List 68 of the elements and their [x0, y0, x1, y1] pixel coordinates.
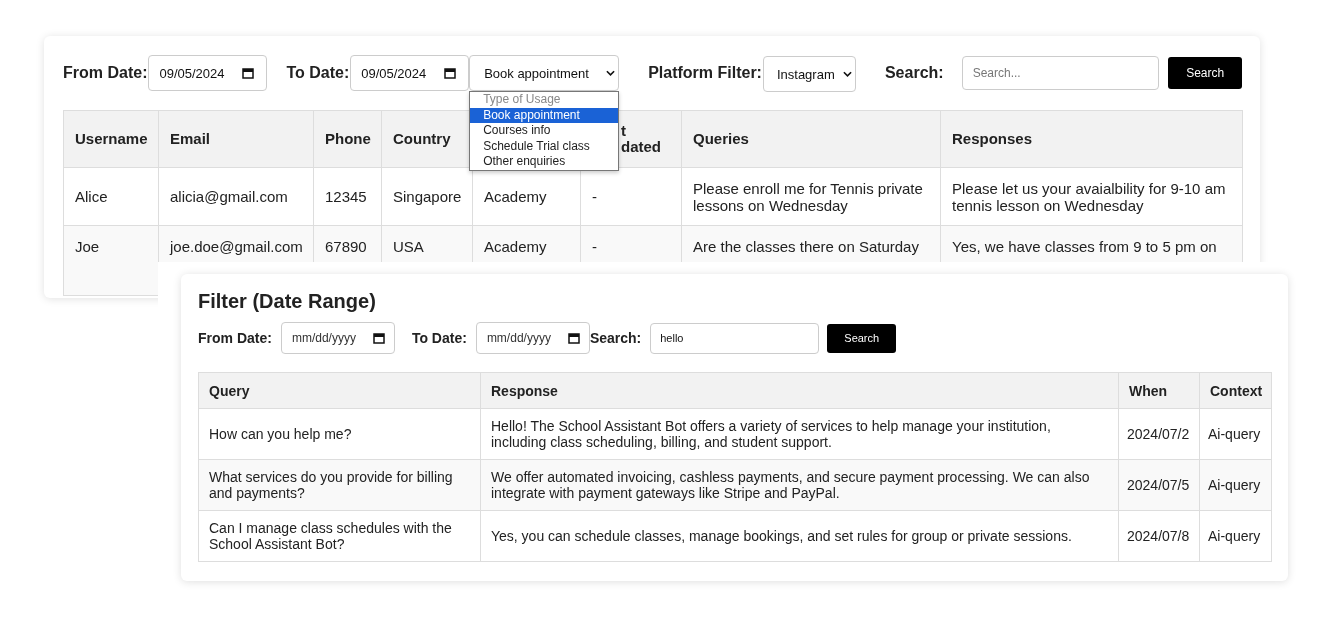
column-header: t dated	[621, 122, 661, 155]
dropdown-option[interactable]: Courses info	[470, 123, 619, 139]
to-date-field[interactable]: 09/05/2024	[350, 55, 470, 91]
table-cell: Are the classes there on Saturday	[693, 238, 919, 255]
calendar-icon	[242, 67, 255, 79]
to-date-field[interactable]: mm/dd/yyyy	[475, 322, 590, 354]
table-cell: Please let us your avaialbility for 9-10 am tennis lesson on Wednesday	[952, 179, 1226, 214]
column-header: Queries	[693, 130, 749, 147]
chevron-icon	[842, 71, 852, 77]
table-cell: Please enroll me for Tennis private lessons on Wednesday	[693, 179, 923, 214]
table-cell: What services do you provide for billing and payments?	[209, 469, 453, 501]
table-cell: -	[592, 238, 597, 255]
dropdown-option[interactable]: Type of Usage	[470, 92, 619, 108]
table-cell: joe.doe@gmail.com	[170, 238, 303, 255]
table-cell: Ai-query	[1208, 528, 1261, 544]
table-cell: 2024/07/5	[1127, 477, 1190, 493]
from-date-label: From Date:	[63, 64, 148, 82]
usage-select[interactable]: Book appointment	[469, 55, 620, 91]
table-cell: Yes, you can schedule classes, manage bookings, and set rules for group or private sessions.	[491, 528, 1072, 544]
table-cell: Alice	[75, 188, 108, 205]
column-header: Context	[1210, 382, 1263, 399]
table-cell: Academy	[484, 238, 547, 255]
column-header: Username	[75, 130, 148, 147]
column-header: Email	[170, 130, 211, 147]
calendar-icon	[567, 332, 580, 344]
table-cell: Ai-query	[1208, 426, 1261, 442]
table-cell: Ai-query	[1208, 477, 1261, 493]
table-cell: Joe	[75, 238, 100, 255]
table-cell: USA	[393, 238, 424, 255]
search-button[interactable]: Search	[827, 323, 897, 353]
platform-filter-label: Platform Filter:	[648, 64, 762, 82]
search-label: Search:	[884, 64, 944, 82]
from-date-field[interactable]: 09/05/2024	[148, 55, 268, 91]
table-cell: 2024/07/2	[1127, 426, 1190, 442]
column-header: Phone	[325, 130, 371, 147]
table-cell: We offer automated invoicing, cashless payments, and secure payment processing. We can also integrate with payment gateways like Stripe and PayPal.	[491, 469, 1090, 501]
table-cell: 12345	[325, 188, 367, 205]
column-header: When	[1129, 382, 1168, 399]
table-cell: Singapore	[393, 188, 462, 205]
table-cell: Academy	[484, 188, 547, 205]
table-cell: -	[592, 188, 597, 205]
to-date-label: To Date:	[411, 330, 467, 346]
panel-title: Filter (Date Range)	[198, 290, 377, 313]
from-date-field[interactable]: mm/dd/yyyy	[280, 322, 395, 354]
chevron-icon	[606, 70, 616, 76]
table-cell: 2024/07/8	[1127, 528, 1190, 544]
search-label: Search:	[589, 330, 642, 346]
platform-select[interactable]: Instagram	[762, 56, 856, 92]
calendar-icon	[444, 67, 457, 79]
table-cell: Can I manage class schedules with the School Assistant Bot?	[209, 520, 452, 552]
table-cell: alicia@gmail.com	[170, 188, 288, 205]
search-button[interactable]: Search	[1168, 57, 1242, 89]
search-field[interactable]: Search...	[961, 56, 1160, 90]
column-header: Country	[393, 130, 451, 147]
table-cell: Hello! The School Assistant Bot offers a variety of services to help manage your institution, including class scheduling, billing, and student support.	[491, 418, 1051, 450]
dropdown-option[interactable]: Other enquiries	[470, 154, 619, 170]
search-field[interactable]: hello	[650, 322, 820, 354]
table-cell: How can you help me?	[209, 426, 352, 442]
calendar-icon	[372, 332, 385, 344]
from-date-label: From Date:	[198, 330, 272, 346]
dropdown-option[interactable]: Book appointment	[470, 107, 619, 123]
column-header: Query	[209, 382, 250, 399]
column-header: Responses	[952, 130, 1033, 147]
dropdown-option[interactable]: Schedule Trial class	[470, 138, 619, 154]
to-date-label: To Date:	[286, 64, 350, 82]
column-header: Response	[491, 382, 558, 399]
table-cell: Yes, we have classes from 9 to 5 pm on	[952, 238, 1217, 255]
table-cell: 67890	[325, 238, 367, 255]
